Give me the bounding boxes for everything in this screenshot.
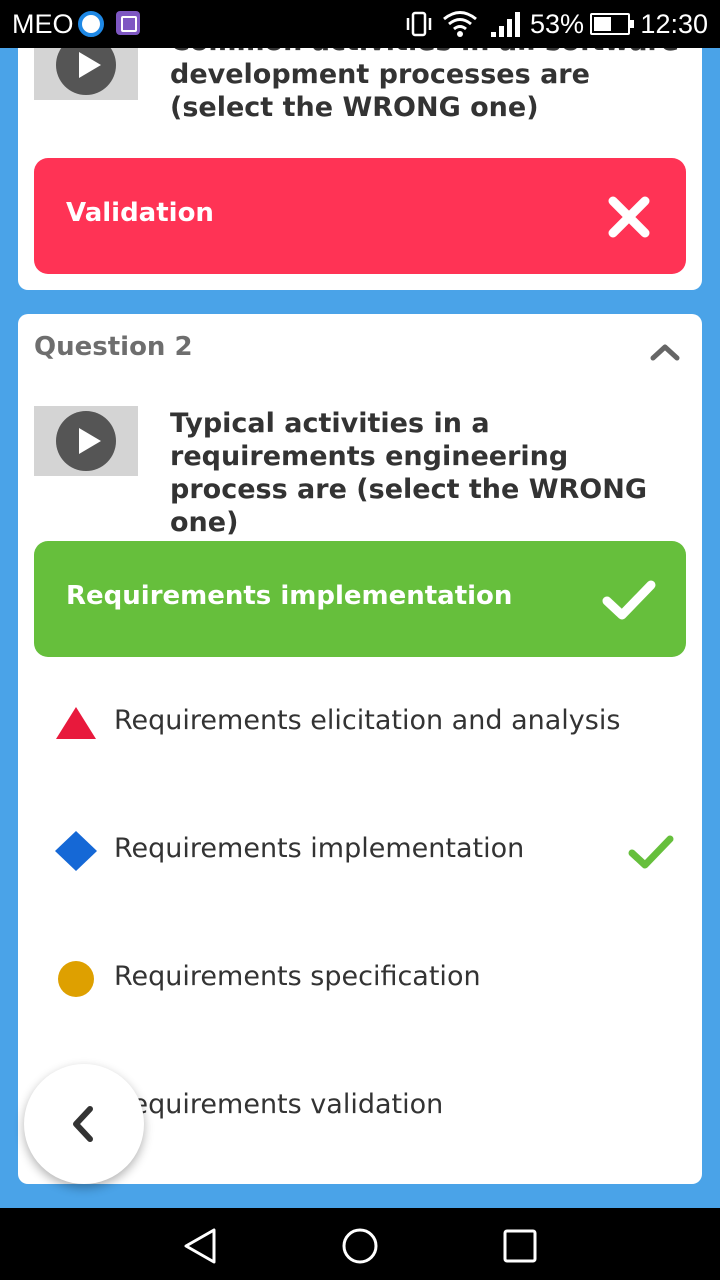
selected-answer-wrong: Validation (34, 158, 686, 274)
selected-answer-correct: Requirements implementation (34, 541, 686, 657)
carrier-name: MEO (12, 9, 74, 39)
notification-app-icon (78, 11, 104, 37)
back-nav-icon[interactable] (180, 1226, 220, 1266)
question-card-1: Common activities in all software develo… (18, 48, 702, 290)
home-nav-icon[interactable] (340, 1226, 380, 1266)
question-card-2: Question 2 Typical activities in a requi… (18, 314, 702, 1184)
question-text: Typical activities in a requirements eng… (170, 408, 648, 538)
triangle-icon (56, 707, 96, 739)
clock: 12:30 (640, 9, 708, 39)
question-heading: Question 2 (34, 332, 193, 362)
checkmark-icon (602, 580, 656, 620)
chevron-up-icon[interactable] (650, 342, 680, 362)
vibrate-icon (406, 11, 432, 37)
option-item: Requirements validation (54, 1075, 674, 1135)
gallery-notification-icon (116, 11, 140, 35)
battery-percentage: 53% (530, 9, 585, 39)
chevron-left-icon (73, 1106, 93, 1142)
recents-nav-icon[interactable] (500, 1226, 540, 1266)
option-label: Requirements implementation (114, 833, 525, 864)
option-item: Requirements implementation (54, 819, 674, 879)
option-item: Requirements specification (54, 947, 674, 1007)
play-icon[interactable] (56, 411, 116, 471)
signal-icon (491, 12, 520, 37)
status-bar: MEO 53% 12:30 (0, 0, 720, 48)
navigation-bar (0, 1208, 720, 1280)
question-text: Common activities in all software develo… (170, 48, 679, 123)
answer-label: Requirements implementation (66, 581, 513, 611)
option-label: Requirements elicitation and analysis (114, 705, 621, 736)
question-media-thumbnail[interactable] (34, 48, 138, 100)
question-media-thumbnail[interactable] (34, 406, 138, 476)
cross-icon (608, 196, 650, 238)
option-label: Requirements specification (114, 961, 481, 992)
checkmark-icon (628, 835, 674, 869)
option-label: Requirements validation (114, 1089, 444, 1120)
answer-label: Validation (66, 198, 214, 228)
wifi-icon (443, 11, 477, 37)
play-icon[interactable] (56, 48, 116, 95)
circle-icon (58, 961, 94, 997)
back-button[interactable] (24, 1064, 144, 1184)
diamond-icon (55, 831, 97, 871)
battery-icon (590, 13, 634, 35)
option-item: Requirements elicitation and analysis (54, 691, 674, 751)
